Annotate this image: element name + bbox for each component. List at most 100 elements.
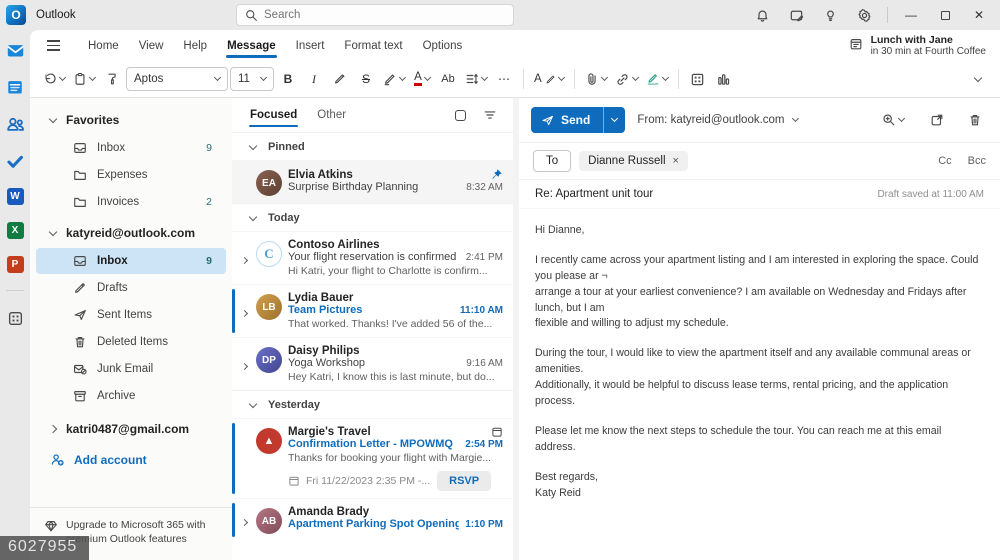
todo-icon[interactable] xyxy=(5,151,25,171)
tab-focused[interactable]: Focused xyxy=(242,101,305,129)
styles-button[interactable]: A xyxy=(531,66,567,92)
feedback-icon[interactable] xyxy=(781,2,811,28)
font-name-select[interactable]: Aptos xyxy=(126,67,228,91)
font-size-select[interactable]: 11 xyxy=(230,67,274,91)
bcc-button[interactable]: Bcc xyxy=(968,155,986,167)
group-header-pinned[interactable]: Pinned xyxy=(232,132,513,160)
tab-format-text[interactable]: Format text xyxy=(334,34,412,58)
message-row-lydia[interactable]: LB Lydia Bauer Team Pictures 11:10 AM Th… xyxy=(232,284,513,337)
from-selector[interactable]: From: katyreid@outlook.com xyxy=(637,114,799,126)
filter-icon[interactable] xyxy=(477,102,503,128)
tab-message[interactable]: Message xyxy=(217,34,286,58)
subject-input[interactable]: Re: Apartment unit tour xyxy=(535,188,877,200)
folder-deleted-items[interactable]: Deleted Items xyxy=(36,329,226,355)
group-header-yesterday[interactable]: Yesterday xyxy=(232,390,513,418)
format-painter-icon[interactable] xyxy=(100,66,124,92)
to-button[interactable]: To xyxy=(533,150,572,172)
message-row-margie[interactable]: ▲ Margie's Travel Confirmation Letter - … xyxy=(232,418,513,498)
message-time: 2:41 PM xyxy=(465,251,503,263)
insert-chart-button[interactable] xyxy=(712,66,736,92)
italic-button[interactable]: I xyxy=(302,66,326,92)
rsvp-button[interactable]: RSVP xyxy=(437,471,492,491)
close-icon[interactable]: ✕ xyxy=(964,2,994,28)
tab-view[interactable]: View xyxy=(129,34,174,58)
insert-link-button[interactable] xyxy=(612,66,641,92)
message-row-contoso[interactable]: C Contoso Airlines Your flight reservati… xyxy=(232,231,513,284)
message-row-amanda[interactable]: AB Amanda Brady Apartment Parking Spot O… xyxy=(232,498,513,541)
tab-other[interactable]: Other xyxy=(309,101,354,129)
folder-expenses[interactable]: Expenses xyxy=(36,162,226,188)
toolbar-expand-icon[interactable] xyxy=(966,66,990,92)
clear-formatting-button[interactable]: Ab xyxy=(436,66,460,92)
underline-brush-icon[interactable] xyxy=(328,66,352,92)
email-body-editor[interactable]: Hi Dianne, I recently came across your a… xyxy=(519,208,1000,529)
bold-button[interactable]: B xyxy=(276,66,300,92)
expand-conversation-icon[interactable] xyxy=(238,345,250,383)
subject-row[interactable]: Re: Apartment unit tour Draft saved at 1… xyxy=(519,179,1000,208)
add-account-button[interactable]: Add account xyxy=(30,443,232,476)
message-preview: Thanks for booking your flight with Marg… xyxy=(288,452,492,464)
people-icon[interactable] xyxy=(5,114,25,134)
excel-icon[interactable]: X xyxy=(6,222,24,239)
folder-sent-items[interactable]: Sent Items xyxy=(36,302,226,328)
font-color-button[interactable]: A xyxy=(410,66,434,92)
folder-invoices[interactable]: Invoices 2 xyxy=(36,189,226,215)
attach-file-button[interactable] xyxy=(582,66,610,92)
open-in-new-window-icon[interactable] xyxy=(924,107,950,133)
minimize-icon[interactable]: — xyxy=(896,2,926,28)
send-button[interactable]: Send xyxy=(531,107,626,133)
powerpoint-icon[interactable]: P xyxy=(6,256,24,273)
search-bar[interactable] xyxy=(236,4,514,26)
paste-clipboard-button[interactable] xyxy=(70,66,98,92)
group-header-today[interactable]: Today xyxy=(232,203,513,231)
favorites-section-header[interactable]: Favorites xyxy=(30,106,232,134)
folder-favorites-inbox[interactable]: Inbox 9 xyxy=(36,135,226,161)
expand-conversation-icon[interactable] xyxy=(238,506,250,534)
maximize-icon[interactable] xyxy=(930,2,960,28)
folder-label: Inbox xyxy=(97,255,128,267)
remove-recipient-icon[interactable]: × xyxy=(673,155,679,167)
zoom-button[interactable] xyxy=(874,107,912,133)
word-icon[interactable]: W xyxy=(6,188,24,205)
message-row-daisy[interactable]: DP Daisy Philips Yoga Workshop 9:16 AM H… xyxy=(232,337,513,390)
discard-trash-icon[interactable] xyxy=(962,107,988,133)
recipient-chip[interactable]: Dianne Russell × xyxy=(579,151,688,171)
tab-options[interactable]: Options xyxy=(413,34,473,58)
account-outlook-header[interactable]: katyreid@outlook.com xyxy=(30,219,232,247)
sender-logo: ▲ xyxy=(256,428,282,454)
calendar-icon xyxy=(288,475,300,487)
expand-conversation-icon[interactable] xyxy=(238,292,250,330)
rsvp-row: Fri 11/22/2023 2:35 PM -... RSVP xyxy=(288,471,503,491)
folder-drafts[interactable]: Drafts xyxy=(36,275,226,301)
cc-button[interactable]: Cc xyxy=(938,155,951,167)
folder-inbox-selected[interactable]: Inbox 9 xyxy=(36,248,226,274)
tab-insert[interactable]: Insert xyxy=(286,34,335,58)
meeting-reminder[interactable]: Lunch with Jane in 30 min at Fourth Coff… xyxy=(849,34,986,57)
account-gmail-header[interactable]: katri0487@gmail.com xyxy=(30,415,232,443)
message-time: 9:16 AM xyxy=(466,357,503,369)
send-options-chevron[interactable] xyxy=(603,107,626,133)
signature-button[interactable] xyxy=(643,66,671,92)
highlight-button[interactable] xyxy=(380,66,408,92)
folder-junk-email[interactable]: Junk Email xyxy=(36,356,226,382)
strikethrough-button[interactable]: S xyxy=(354,66,378,92)
tips-bulb-icon[interactable] xyxy=(815,2,845,28)
settings-gear-icon[interactable] xyxy=(849,2,879,28)
apps-icon[interactable] xyxy=(5,308,25,328)
content-area: Favorites Inbox 9 Expenses Invoices 2 ka… xyxy=(30,98,1000,560)
calendar-icon[interactable] xyxy=(5,77,25,97)
more-options-button[interactable]: ⋯ xyxy=(492,66,516,92)
insert-table-button[interactable] xyxy=(686,66,710,92)
folder-archive[interactable]: Archive xyxy=(36,383,226,409)
tab-home[interactable]: Home xyxy=(78,34,129,58)
mail-icon[interactable] xyxy=(5,40,25,60)
undo-button[interactable] xyxy=(40,66,68,92)
notifications-bell-icon[interactable] xyxy=(747,2,777,28)
search-input[interactable] xyxy=(264,9,505,21)
hamburger-menu-icon[interactable] xyxy=(40,35,66,57)
message-row-elvia[interactable]: EA Elvia Atkins Surprise Birthday Planni… xyxy=(232,160,513,203)
select-messages-icon[interactable] xyxy=(447,102,473,128)
line-spacing-button[interactable] xyxy=(462,66,490,92)
expand-conversation-icon[interactable] xyxy=(238,239,250,277)
tab-help[interactable]: Help xyxy=(173,34,217,58)
